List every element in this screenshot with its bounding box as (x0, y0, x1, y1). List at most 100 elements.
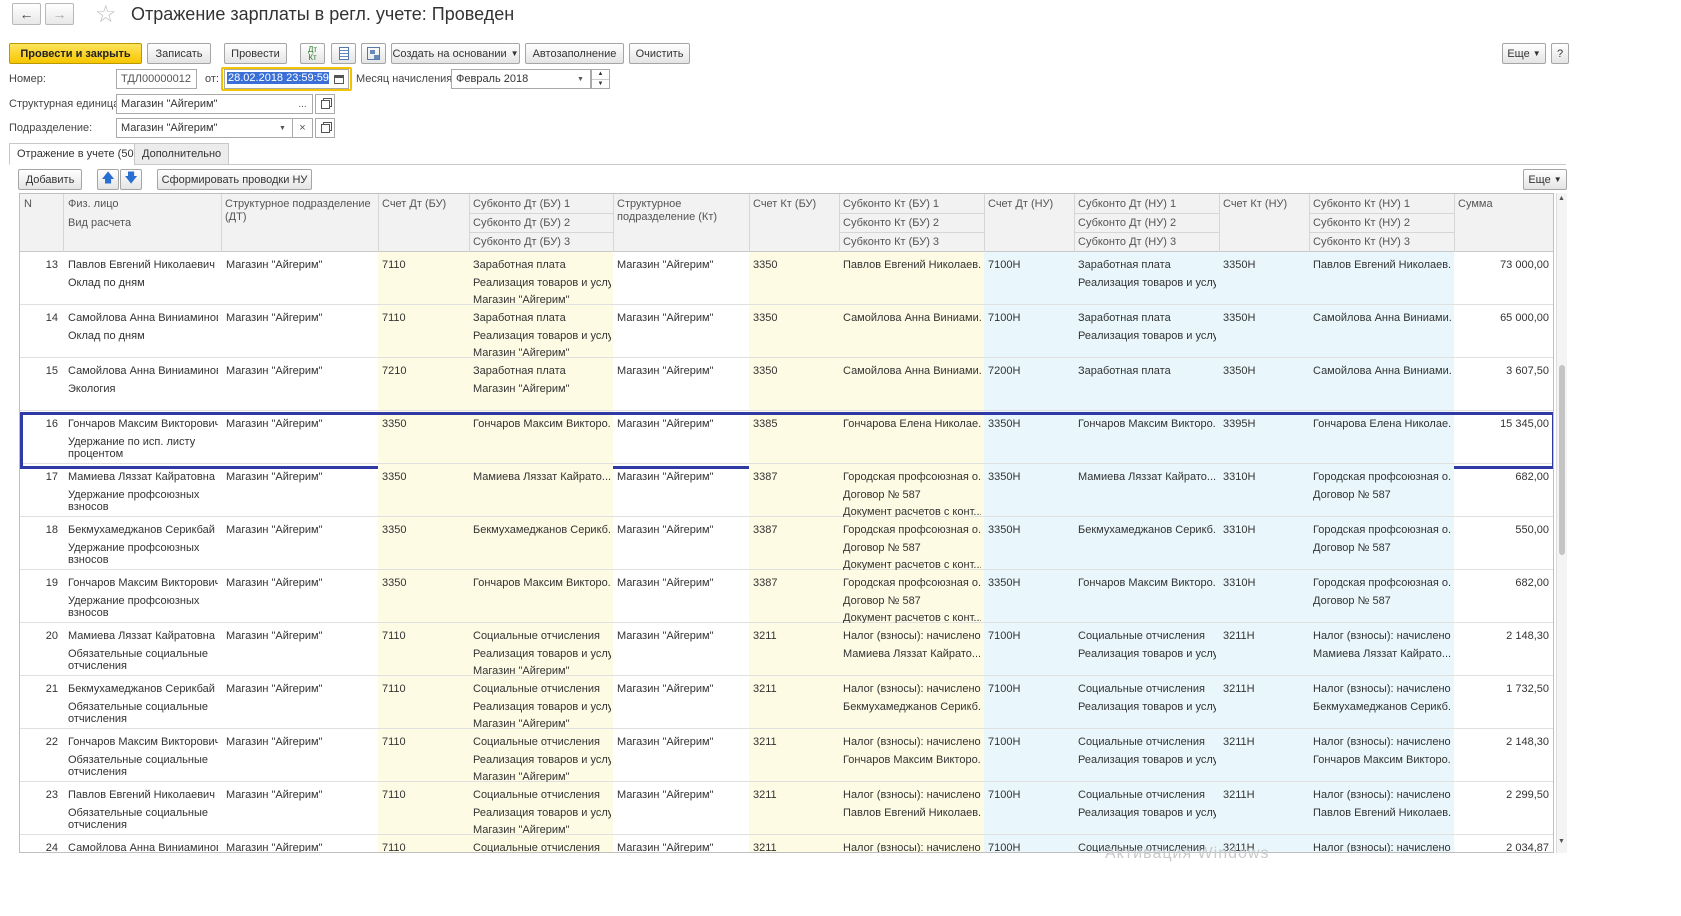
table-cell[interactable]: 2 148,30 (1458, 629, 1549, 643)
col-n[interactable]: N (24, 198, 32, 211)
col-sub-kt-nu-3[interactable]: Субконто Кт (НУ) 3 (1313, 236, 1410, 249)
table-row[interactable]: 19 Гончаров Максим Викторович Удержание пр… (20, 570, 1553, 624)
table-cell[interactable]: Городская профсоюзная о... (843, 576, 981, 590)
table-cell[interactable]: Налог (взносы): начислено... (1313, 841, 1451, 852)
table-cell[interactable]: Магазин "Айгерим" (226, 417, 376, 431)
table-cell[interactable]: Гончаров Максим Викторо... (1313, 753, 1451, 767)
table-cell[interactable]: 7100Н (988, 311, 1072, 325)
table-cell[interactable]: Реализация товаров и услуг (473, 700, 611, 714)
table-cell[interactable]: 2 148,30 (1458, 735, 1549, 749)
table-cell[interactable]: Мамиева Ляззат Кайрато... (473, 470, 611, 484)
table-cell[interactable]: Бекмухамеджанов Серикб... (1313, 700, 1451, 714)
table-cell[interactable]: 3211 (753, 735, 837, 749)
add-row-button[interactable]: Добавить (18, 169, 82, 190)
table-cell[interactable]: 3211 (753, 841, 837, 852)
table-cell[interactable]: 3211Н (1223, 735, 1307, 749)
table-cell[interactable]: 3211Н (1223, 682, 1307, 696)
table-cell[interactable]: 3395Н (1223, 417, 1307, 431)
move-down-button[interactable]: 🡇 (120, 169, 142, 190)
more-button[interactable]: Еще ▼ (1502, 43, 1546, 64)
table-cell[interactable]: 7100Н (988, 629, 1072, 643)
col-calc-type[interactable]: Вид расчета (68, 217, 131, 230)
table-cell[interactable]: 73 000,00 (1458, 258, 1549, 272)
table-cell[interactable]: 3211 (753, 682, 837, 696)
table-cell[interactable]: Магазин "Айгерим" (617, 841, 747, 852)
table-cell[interactable]: 18 (20, 523, 58, 537)
table-cell[interactable]: 3385 (753, 417, 837, 431)
table-cell[interactable]: 550,00 (1458, 523, 1549, 537)
table-cell[interactable]: Заработная плата (473, 258, 611, 272)
col-sub-dt-nu-1[interactable]: Субконто Дт (НУ) 1 (1078, 198, 1176, 211)
table-cell[interactable]: 3211 (753, 629, 837, 643)
table-cell[interactable]: Павлов Евгений Николаев... (1313, 258, 1451, 272)
help-button[interactable]: ? (1551, 43, 1569, 64)
scrollbar-thumb[interactable] (1559, 365, 1565, 555)
table-cell[interactable]: Гончаров Максим Викторо... (473, 576, 611, 590)
tab-accounting[interactable]: Отражение в учете (50) (9, 143, 146, 165)
table-cell[interactable]: 15 (20, 364, 58, 378)
table-cell[interactable]: 2 034,87 (1458, 841, 1549, 852)
col-sub-kt-nu-2[interactable]: Субконто Кт (НУ) 2 (1313, 217, 1410, 230)
table-cell[interactable]: 3310Н (1223, 470, 1307, 484)
autofill-button[interactable]: Автозаполнение (525, 43, 624, 64)
table-cell[interactable]: Экология (68, 382, 218, 396)
scroll-up-icon[interactable]: ▲ (1558, 195, 1565, 202)
table-cell[interactable]: Бекмухамеджанов Серикб... (1078, 523, 1216, 537)
table-cell[interactable]: Реализация товаров и услуг (1078, 329, 1216, 343)
table-cell[interactable]: Реализация товаров и услуг (1078, 753, 1216, 767)
table-cell[interactable]: 3350Н (1223, 311, 1307, 325)
table-cell[interactable]: Мамиева Ляззат Кайрато... (843, 647, 981, 661)
col-sub-dt-bu-3[interactable]: Субконто Дт (БУ) 3 (473, 236, 570, 249)
document-list-button[interactable] (331, 43, 356, 64)
col-sub-dt-bu-2[interactable]: Субконто Дт (БУ) 2 (473, 217, 570, 230)
table-cell[interactable]: Магазин "Айгерим" (617, 682, 747, 696)
table-cell[interactable]: 3 607,50 (1458, 364, 1549, 378)
table-cell[interactable]: 14 (20, 311, 58, 325)
table-cell[interactable]: Магазин "Айгерим" (617, 735, 747, 749)
table-cell[interactable]: Гончаров Максим Викторо... (1078, 576, 1216, 590)
table-cell[interactable]: Заработная плата (1078, 311, 1216, 325)
form-nu-postings-button[interactable]: Сформировать проводки НУ (157, 169, 312, 190)
table-cell[interactable]: Гончаров Максим Викторо... (843, 753, 981, 767)
table-cell[interactable]: Налог (взносы): начислено... (843, 788, 981, 802)
table-cell[interactable]: 3350Н (988, 576, 1072, 590)
table-cell[interactable]: Гончарова Елена Николае... (843, 417, 981, 431)
col-dept-kt[interactable]: Структурное подразделение (Кт) (617, 198, 717, 224)
table-cell[interactable]: Налог (взносы): начислено... (843, 735, 981, 749)
save-button[interactable]: Записать (147, 43, 211, 64)
table-cell[interactable]: Магазин "Айгерим" (617, 417, 747, 431)
table-cell[interactable]: Магазин "Айгерим" (617, 788, 747, 802)
table-cell[interactable]: 682,00 (1458, 470, 1549, 484)
col-sub-kt-bu-3[interactable]: Субконто Кт (БУ) 3 (843, 236, 939, 249)
table-cell[interactable]: 3310Н (1223, 576, 1307, 590)
table-cell[interactable]: 3350 (382, 470, 467, 484)
table-cell[interactable]: Мамиева Ляззат Кайрато... (1313, 647, 1451, 661)
table-cell[interactable]: Договор № 587 (1313, 594, 1451, 608)
stepper-up-icon[interactable]: ▲ (592, 70, 609, 80)
table-cell[interactable]: Реализация товаров и услуг (473, 753, 611, 767)
col-acc-kt-bu[interactable]: Счет Кт (БУ) (753, 198, 816, 211)
department-clear-button[interactable]: × (293, 118, 313, 138)
table-cell[interactable]: Магазин "Айгерим" (226, 311, 376, 325)
table-cell[interactable]: Магазин "Айгерим" (617, 364, 747, 378)
table-cell[interactable]: 19 (20, 576, 58, 590)
col-sum[interactable]: Сумма (1458, 198, 1493, 211)
post-and-close-button[interactable]: Провести и закрыть (9, 43, 142, 64)
table-cell[interactable]: 3350 (382, 417, 467, 431)
table-cell[interactable]: Договор № 587 (1313, 541, 1451, 555)
month-dropdown-button[interactable]: ▼ (571, 69, 591, 89)
table-cell[interactable]: Городская профсоюзная о... (1313, 470, 1451, 484)
table-cell[interactable]: Гончаров Максим Викторович (68, 417, 218, 431)
table-cell[interactable]: Самойлова Анна Виниами... (843, 364, 981, 378)
col-person[interactable]: Физ. лицо (68, 198, 119, 211)
back-button[interactable]: ← (12, 3, 41, 25)
table-cell[interactable]: 7100Н (988, 682, 1072, 696)
col-sub-kt-bu-1[interactable]: Субконто Кт (БУ) 1 (843, 198, 939, 211)
clear-button[interactable]: Очистить (629, 43, 690, 64)
table-cell[interactable]: 21 (20, 682, 58, 696)
table-cell[interactable]: 65 000,00 (1458, 311, 1549, 325)
table-cell[interactable]: 3350 (382, 576, 467, 590)
table-cell[interactable]: Реализация товаров и услуг (1078, 700, 1216, 714)
table-cell[interactable]: Социальные отчисления (473, 682, 611, 696)
table-cell[interactable]: Социальные отчисления (1078, 629, 1216, 643)
